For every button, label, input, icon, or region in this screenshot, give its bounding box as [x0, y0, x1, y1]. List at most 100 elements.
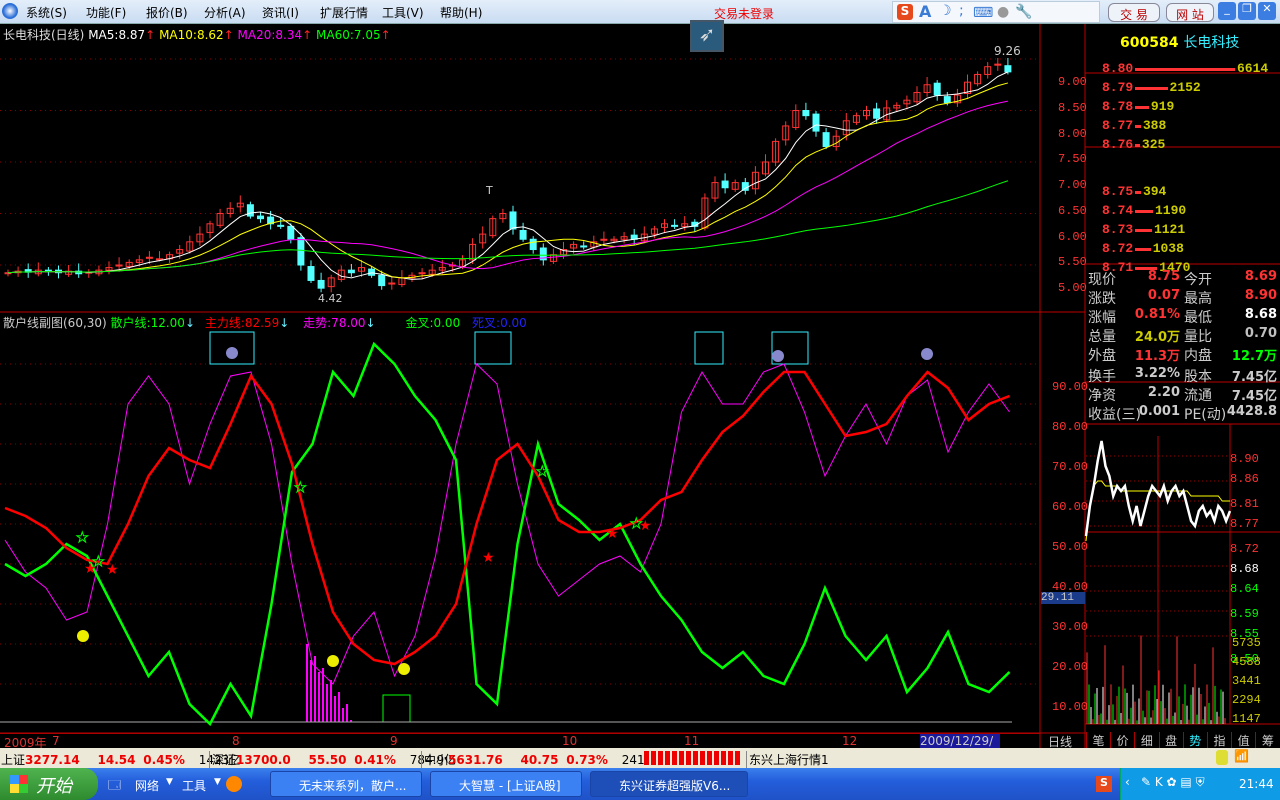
stat-label: 换手	[1088, 369, 1116, 385]
wrench-icon: 🔧	[1015, 4, 1033, 20]
sz-index-pct: 0.41%	[354, 753, 396, 767]
stat-label: 最低	[1184, 310, 1212, 326]
taskbar-item[interactable]: 大智慧 - [上证A股]	[430, 771, 582, 797]
indicator-tick-label: 50.00	[1052, 540, 1089, 554]
tray-expand-icon[interactable]: ‹	[1125, 775, 1130, 789]
panel-tab[interactable]: 指	[1207, 732, 1231, 748]
candle-down	[802, 110, 810, 117]
main-force-label: 主力线:82.59	[204, 316, 280, 330]
menu-help[interactable]: 帮助(H)	[440, 4, 482, 21]
ma60-label: MA60:7.05	[316, 28, 381, 42]
moon-icon: ☽	[939, 3, 952, 19]
tools-toolbar[interactable]: 工具	[182, 777, 206, 794]
month-label: 12	[842, 734, 858, 748]
ma20-label: MA20:8.34	[237, 28, 303, 42]
menu-quote[interactable]: 报价(B)	[146, 4, 188, 21]
intraday-price-label: 8.90	[1230, 452, 1259, 466]
candle-down	[277, 224, 285, 227]
stat-label: 净资	[1088, 388, 1116, 404]
sh-index-change: 14.54	[97, 753, 136, 767]
stat-label: 今开	[1184, 272, 1212, 288]
order-price: 8.74	[1102, 203, 1134, 218]
candle-down	[297, 237, 305, 266]
green-star-icon: ★	[76, 530, 89, 546]
panel-tab[interactable]: 势	[1182, 732, 1207, 748]
order-volume-bar	[1135, 248, 1151, 251]
panel-tab[interactable]: 筹	[1255, 732, 1279, 748]
start-button[interactable]: 开始	[0, 768, 98, 800]
menu-extended[interactable]: 扩展行情	[320, 4, 368, 21]
panel-tab[interactable]: 细	[1134, 732, 1158, 748]
stat-value: 8.90	[1244, 288, 1277, 303]
indicator-legend: 散户线副图(60,30) 散户线:12.00↓ 主力线:82.59↓ 走势:78…	[3, 316, 527, 330]
panel-tab[interactable]: 价	[1110, 732, 1134, 748]
green-star-icon: ★	[536, 464, 549, 480]
intraday-price-label: 8.68	[1230, 562, 1259, 576]
trade-button[interactable]: 交 易	[1108, 3, 1160, 22]
stat-label: 现价	[1088, 272, 1116, 288]
candle-down	[822, 132, 830, 148]
volume-tick-label: 1147	[1232, 712, 1261, 726]
stat-label: 外盘	[1088, 348, 1116, 364]
ma10-line	[7, 82, 1009, 279]
stat-value: 2.20	[1147, 385, 1180, 400]
sz-index-name: 深证	[212, 753, 237, 767]
punct-icon: ;	[959, 3, 964, 19]
stat-value: 0.81%	[1134, 307, 1180, 322]
candle-down	[368, 268, 376, 276]
menu-news[interactable]: 资讯(I)	[262, 4, 299, 21]
quote-title: 600584 长电科技	[1120, 32, 1239, 52]
order-volume-bar	[1135, 87, 1168, 90]
system-tray: ‹ ✎ K ✿ ▤ ⛨ 21:44	[1120, 768, 1280, 800]
candle-down	[347, 269, 355, 274]
stat-label: 量比	[1184, 329, 1212, 345]
intraday-price-label: 8.81	[1230, 497, 1259, 511]
close-button[interactable]: ✕	[1258, 2, 1276, 20]
taskbar-item[interactable]: 无未来系列，散户...	[270, 771, 422, 797]
network-toolbar[interactable]: 网络	[135, 777, 159, 794]
taskbar-item-active[interactable]: 东兴证券超强版V6...	[590, 771, 748, 797]
ime-toolbar: S A ☽ ; ⌨ ● 🔧	[892, 1, 1100, 23]
sogou-tray-icon[interactable]: S	[1096, 776, 1112, 792]
order-volume: 2152	[1169, 80, 1201, 95]
webcam-icon[interactable]	[226, 776, 242, 792]
stat-label: 总量	[1088, 329, 1116, 345]
price-tick-label: 7.50	[1058, 152, 1087, 167]
chart-area[interactable]: ★ ★ ★ ★ ★ ★ ★ ★ ★ ★ 长电科技(日线) MA5:8.87↑ MA10:8.62↑…	[0, 20, 1280, 765]
low-price-annotation: 4.42	[318, 292, 343, 305]
stat-value: 0.001	[1138, 404, 1180, 419]
candle-down	[257, 215, 264, 220]
panel-tab[interactable]: 值	[1231, 732, 1255, 748]
stat-value: 8.75	[1147, 269, 1180, 284]
clock: 21:44	[1239, 777, 1274, 791]
panel-tab[interactable]: 盘	[1158, 732, 1183, 748]
quicklaunch-icon[interactable]: 🗔	[108, 776, 121, 797]
order-volume-bar	[1135, 191, 1141, 194]
server-name: 东兴上海行情1	[746, 751, 829, 768]
signal-box	[382, 694, 411, 723]
order-price: 8.78	[1102, 99, 1134, 114]
notification-icon[interactable]	[1216, 750, 1228, 765]
logo-watermark-icon: ➶	[690, 20, 724, 52]
restore-button[interactable]: ❐	[1238, 2, 1256, 20]
menu-tools[interactable]: 工具(V)	[382, 4, 424, 21]
candle-up	[156, 258, 163, 261]
death-cross-label: 死叉:0.00	[472, 316, 527, 330]
stat-label: 流通	[1184, 388, 1212, 404]
menu-analysis[interactable]: 分析(A)	[204, 4, 246, 21]
candle-down	[933, 82, 941, 96]
candle-down	[287, 225, 295, 240]
tray-icons[interactable]: ✎ K ✿ ▤ ⛨	[1141, 775, 1205, 790]
website-button[interactable]: 网 站	[1166, 3, 1214, 22]
menu-system[interactable]: 系统(S)	[26, 4, 67, 21]
stat-value: 11.3万	[1134, 349, 1180, 364]
minimize-button[interactable]: _	[1218, 2, 1236, 20]
menu-function[interactable]: 功能(F)	[86, 4, 126, 21]
indicator-name: 散户线副图(60,30)	[3, 316, 107, 330]
panel-tab[interactable]: 笔	[1086, 732, 1110, 748]
indicator-tick-label: 80.00	[1052, 420, 1089, 434]
order-volume-bar	[1135, 68, 1235, 71]
price-tick-label: 5.00	[1058, 281, 1087, 295]
price-tick-label: 7.00	[1058, 178, 1087, 192]
candle-down	[509, 211, 517, 230]
